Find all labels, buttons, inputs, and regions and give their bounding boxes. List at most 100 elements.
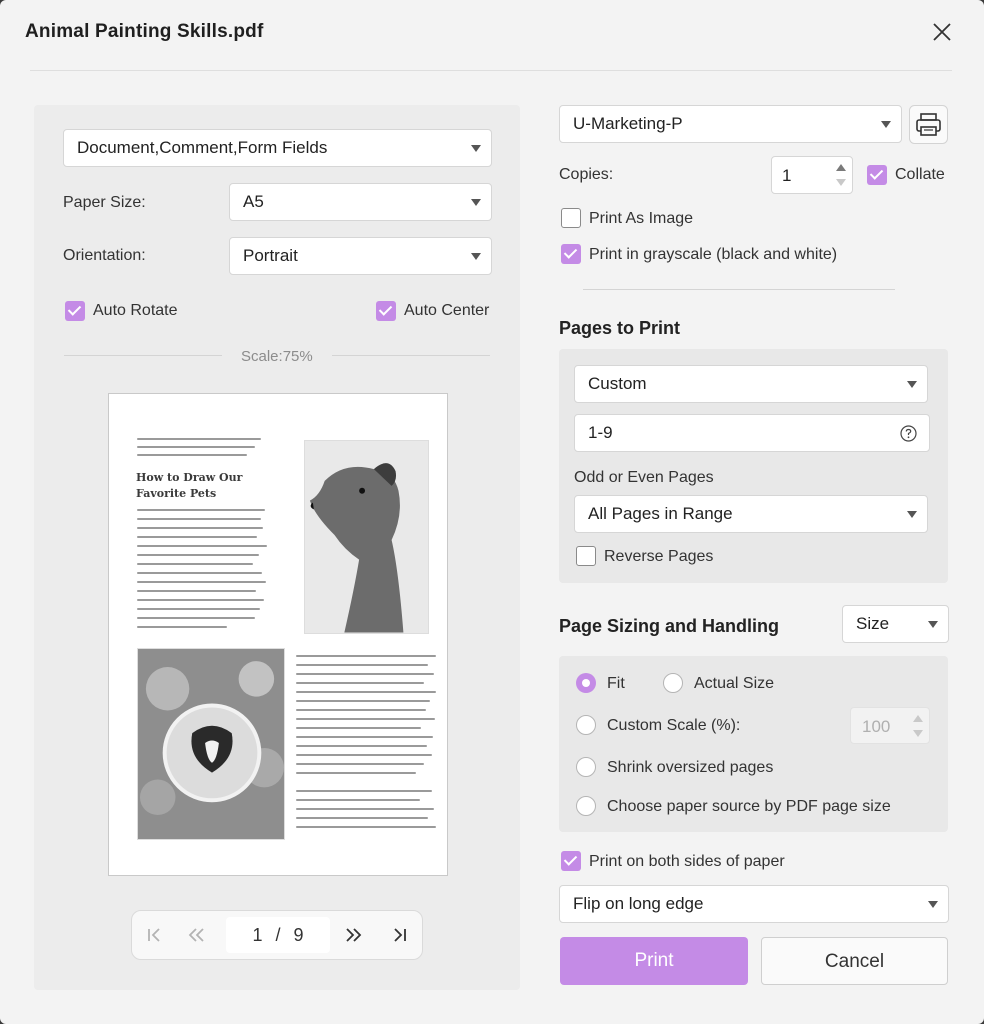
reverse-pages-checkbox[interactable] [576,546,596,566]
preview-text-line [137,572,262,574]
page-separator: / [275,925,281,945]
scale-divider-left [64,355,222,356]
paper-source-radio[interactable] [576,796,596,816]
collate-checkbox[interactable] [867,165,887,185]
custom-scale-radio[interactable] [576,715,596,735]
auto-rotate-label: Auto Rotate [93,302,178,319]
auto-center-checkbox[interactable] [376,301,396,321]
duplex-checkbox[interactable] [561,851,581,871]
preview-text-line [137,599,264,601]
preview-text-line [137,446,255,448]
printer-select-value: U-Marketing-P [573,114,683,133]
dog-embroidery-image [137,648,285,840]
odd-even-label: Odd or Even Pages [574,469,714,486]
preview-text-line [296,826,436,828]
copies-value: 1 [782,166,792,185]
orientation-select[interactable]: Portrait [229,237,492,275]
first-page-icon[interactable] [142,923,166,947]
page-range-input-value: 1-9 [588,423,613,442]
print-button[interactable]: Print [560,937,748,985]
chevron-down-icon [881,121,891,128]
paper-size-select[interactable]: A5 [229,183,492,221]
preview-text-line [296,808,434,810]
page-range-select[interactable]: Custom [574,365,928,403]
page-range-input[interactable]: 1-9 [574,414,930,452]
auto-center-label: Auto Center [404,302,490,319]
chevron-down-icon [928,901,938,908]
preview-text-line [137,438,261,440]
fit-label: Fit [607,675,625,692]
pages-to-print-title: Pages to Print [559,318,681,338]
shrink-radio[interactable] [576,757,596,777]
custom-scale-stepper[interactable]: 100 [850,707,930,744]
shrink-label: Shrink oversized pages [607,759,774,776]
cancel-button[interactable]: Cancel [761,937,948,985]
preview-text-line [137,563,253,565]
fit-radio[interactable] [576,673,596,693]
print-as-image-checkbox[interactable] [561,208,581,228]
decrement-icon[interactable] [836,179,846,186]
preview-text-line [296,763,424,765]
preview-text-line [296,682,424,684]
chevron-down-icon [907,511,917,518]
orientation-value: Portrait [243,246,298,265]
page-number-box[interactable]: 1 / 9 [226,917,330,953]
chevron-down-icon [928,621,938,628]
flip-select-value: Flip on long edge [573,894,704,913]
preview-text-line [137,509,265,511]
decrement-icon[interactable] [913,730,923,737]
preview-text-line [296,736,433,738]
preview-text-line [296,709,426,711]
preview-text-line [296,772,416,774]
chevron-down-icon [907,381,917,388]
paper-size-value: A5 [243,192,264,211]
paper-source-label: Choose paper source by PDF page size [607,798,891,815]
preview-text-line [137,536,257,538]
preview-text-line [137,617,255,619]
printer-icon[interactable] [909,105,948,144]
odd-even-value: All Pages in Range [588,504,733,523]
page-sizing-title: Page Sizing and Handling [559,616,780,636]
copies-label: Copies: [559,166,614,183]
actual-size-label: Actual Size [694,675,775,692]
preview-text-line [137,581,266,583]
printer-select[interactable]: U-Marketing-P [559,105,902,143]
dog-sketch-image [304,440,429,634]
content-select[interactable]: Document,Comment,Form Fields [63,129,492,167]
current-page: 1 [252,925,263,945]
increment-icon[interactable] [836,164,846,171]
grayscale-checkbox[interactable] [561,244,581,264]
preview-text-line [296,754,432,756]
scale-divider-right [332,355,490,356]
title-divider [30,70,952,71]
next-page-icon[interactable] [342,923,366,947]
reverse-pages-label: Reverse Pages [604,548,714,565]
print-as-image-label: Print As Image [589,210,694,227]
close-icon[interactable] [928,18,956,46]
grayscale-label: Print in grayscale (black and white) [589,246,838,263]
increment-icon[interactable] [913,715,923,722]
odd-even-select[interactable]: All Pages in Range [574,495,928,533]
actual-size-radio[interactable] [663,673,683,693]
preview-text-line [296,691,436,693]
preview-text-line [296,745,427,747]
page-range-value: Custom [588,374,647,393]
help-circle-icon[interactable] [900,425,917,442]
section-divider [583,289,895,290]
last-page-icon[interactable] [388,923,412,947]
preview-text-line [296,655,436,657]
preview-text-line [296,790,432,792]
copies-stepper[interactable]: 1 [771,156,853,194]
preview-text-line [296,664,428,666]
preview-text-line [137,527,263,529]
sizing-mode-select[interactable]: Size [842,605,949,643]
custom-scale-label: Custom Scale (%): [607,717,741,734]
auto-rotate-checkbox[interactable] [65,301,85,321]
chevron-down-icon [471,199,481,206]
preview-text-line [137,608,260,610]
prev-page-icon[interactable] [184,923,208,947]
flip-select[interactable]: Flip on long edge [559,885,949,923]
scale-label: Scale:75% [241,348,313,365]
preview-heading-1: How to Draw Our [136,471,243,484]
preview-text-line [137,590,256,592]
